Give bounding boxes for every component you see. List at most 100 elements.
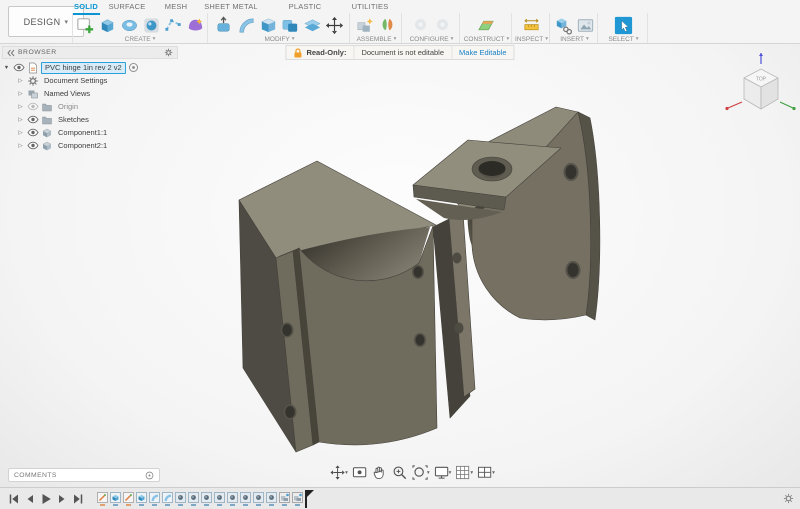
browser-item-origin[interactable]: ▷ Origin xyxy=(2,100,178,113)
fillet-icon[interactable] xyxy=(236,15,257,36)
collapse-panel-icon[interactable] xyxy=(7,49,15,57)
step-forward-icon[interactable] xyxy=(56,493,68,505)
view-cube[interactable]: TOP xyxy=(720,50,796,130)
tab-surface[interactable]: SURFACE xyxy=(107,1,148,13)
group-label-modify[interactable]: MODIFY ▾ xyxy=(264,36,294,43)
timeline-feature-sketch[interactable] xyxy=(122,491,134,506)
look-at-icon[interactable] xyxy=(351,464,368,481)
read-only-banner: Read-Only: Document is not editable Make… xyxy=(285,45,515,60)
comments-options-icon[interactable] xyxy=(145,471,154,480)
revolve-icon[interactable] xyxy=(119,15,140,36)
eye-visibility-icon[interactable] xyxy=(13,62,25,74)
timeline-feature-hole[interactable] xyxy=(226,491,238,506)
timeline-feature-sketch[interactable] xyxy=(96,491,108,506)
comments-panel[interactable]: COMMENTS xyxy=(8,468,160,482)
document-title[interactable]: PVC hinge 1in rev 2 v2 xyxy=(41,61,126,74)
split-body-icon[interactable] xyxy=(302,15,323,36)
group-label-inspect[interactable]: INSPECT ▾ xyxy=(515,36,548,43)
folder-icon xyxy=(41,114,53,126)
eye-visibility-icon[interactable] xyxy=(27,127,39,139)
group-label-create[interactable]: CREATE ▾ xyxy=(125,36,156,43)
make-editable-link[interactable]: Make Editable xyxy=(452,46,514,59)
browser-item-component1-1[interactable]: ▷ Component1:1 xyxy=(2,126,178,139)
ribbon-group-insert: INSERT ▾ xyxy=(552,13,598,43)
eye-visibility-icon[interactable] xyxy=(27,101,39,113)
timeline-feature-hole[interactable] xyxy=(187,491,199,506)
expand-arrow-icon[interactable]: ▷ xyxy=(16,78,25,84)
timeline-feature-fillet[interactable] xyxy=(148,491,160,506)
timeline-feature-extrude[interactable] xyxy=(109,491,121,506)
fit-icon[interactable]: ▾ xyxy=(411,464,430,481)
insert-canvas-icon[interactable] xyxy=(575,15,596,36)
new-component-icon[interactable] xyxy=(355,15,376,36)
play-icon[interactable] xyxy=(40,493,52,505)
measure-icon[interactable] xyxy=(521,15,542,36)
go-to-end-icon[interactable] xyxy=(72,493,84,505)
collapse-arrow-icon[interactable]: ▼ xyxy=(2,65,11,71)
timeline-feature-hole[interactable] xyxy=(239,491,251,506)
group-label-construct[interactable]: CONSTRUCT ▾ xyxy=(464,36,510,43)
create-sketch-icon[interactable] xyxy=(75,15,96,36)
expand-arrow-icon[interactable]: ▷ xyxy=(16,117,25,123)
grid-and-snaps-icon[interactable]: ▾ xyxy=(454,464,473,481)
viewports-icon[interactable]: ▾ xyxy=(476,464,495,481)
browser-title: BROWSER xyxy=(18,49,57,56)
chevron-down-icon: ▾ xyxy=(64,18,69,26)
browser-root-item[interactable]: ▼ PVC hinge 1in rev 2 v2 xyxy=(2,61,178,74)
timeline-settings-gear-icon[interactable] xyxy=(783,493,794,504)
go-to-beginning-icon[interactable] xyxy=(8,493,20,505)
timeline-feature-hole[interactable] xyxy=(200,491,212,506)
browser-item-named-views[interactable]: ▷ Named Views xyxy=(2,87,178,100)
browser-settings-gear-icon[interactable] xyxy=(164,48,173,57)
tab-mesh[interactable]: MESH xyxy=(163,1,189,13)
tab-plastic[interactable]: PLASTIC xyxy=(287,1,324,13)
combine-icon[interactable] xyxy=(280,15,301,36)
eye-visibility-icon[interactable] xyxy=(27,114,39,126)
timeline-feature-fillet[interactable] xyxy=(161,491,173,506)
expand-arrow-icon[interactable]: ▷ xyxy=(16,104,25,110)
display-settings-icon[interactable]: ▾ xyxy=(433,464,451,481)
fusion360-window: DESIGN ▾ SOLID SURFACE MESH SHEET METAL PLAS… xyxy=(0,0,800,509)
step-back-icon[interactable] xyxy=(24,493,36,505)
construction-plane-icon[interactable] xyxy=(476,15,497,36)
browser-item-component2-1[interactable]: ▷ Component2:1 xyxy=(2,139,178,152)
timeline-playhead[interactable] xyxy=(305,489,315,508)
group-label-insert[interactable]: INSERT ▾ xyxy=(560,36,588,43)
timeline-feature-hole[interactable] xyxy=(265,491,277,506)
create-form-icon[interactable] xyxy=(185,15,206,36)
expand-arrow-icon[interactable]: ▷ xyxy=(16,91,25,97)
tab-sheet-metal[interactable]: SHEET METAL xyxy=(202,1,260,13)
eye-visibility-icon[interactable] xyxy=(27,140,39,152)
group-label-configure[interactable]: CONFIGURE ▾ xyxy=(410,36,454,43)
group-label-select[interactable]: SELECT ▾ xyxy=(608,36,638,43)
joint-icon[interactable] xyxy=(377,15,398,36)
timeline-feature-component[interactable] xyxy=(291,491,303,506)
shell-icon[interactable] xyxy=(258,15,279,36)
zoom-icon[interactable] xyxy=(391,464,408,481)
sweep-icon[interactable] xyxy=(141,15,162,36)
activate-component-icon[interactable] xyxy=(128,62,140,74)
extrude-icon[interactable] xyxy=(97,15,118,36)
read-only-message: Document is not editable xyxy=(354,46,453,59)
timeline-bar xyxy=(0,487,800,509)
press-pull-icon[interactable] xyxy=(214,15,235,36)
model-canvas[interactable]: Read-Only: Document is not editable Make… xyxy=(0,44,800,487)
browser-item-document-settings[interactable]: ▷ Document Settings xyxy=(2,74,178,87)
pipe-icon[interactable] xyxy=(163,15,184,36)
timeline-feature-hole[interactable] xyxy=(213,491,225,506)
timeline-feature-extrude[interactable] xyxy=(135,491,147,506)
browser-item-sketches[interactable]: ▷ Sketches xyxy=(2,113,178,126)
group-label-assemble[interactable]: ASSEMBLE ▾ xyxy=(357,36,397,43)
select-icon[interactable] xyxy=(613,15,634,36)
expand-arrow-icon[interactable]: ▷ xyxy=(16,130,25,136)
timeline-feature-component[interactable] xyxy=(278,491,290,506)
expand-arrow-icon[interactable]: ▷ xyxy=(16,143,25,149)
move-copy-icon[interactable] xyxy=(324,15,345,36)
timeline-feature-hole[interactable] xyxy=(174,491,186,506)
toolbar: DESIGN ▾ SOLID SURFACE MESH SHEET METAL PLAS… xyxy=(0,0,800,44)
pan-icon[interactable] xyxy=(371,464,388,481)
orbit-icon[interactable]: ▾ xyxy=(329,464,348,481)
timeline-feature-hole[interactable] xyxy=(252,491,264,506)
tab-utilities[interactable]: UTILITIES xyxy=(350,1,391,13)
insert-derive-icon[interactable] xyxy=(553,15,574,36)
